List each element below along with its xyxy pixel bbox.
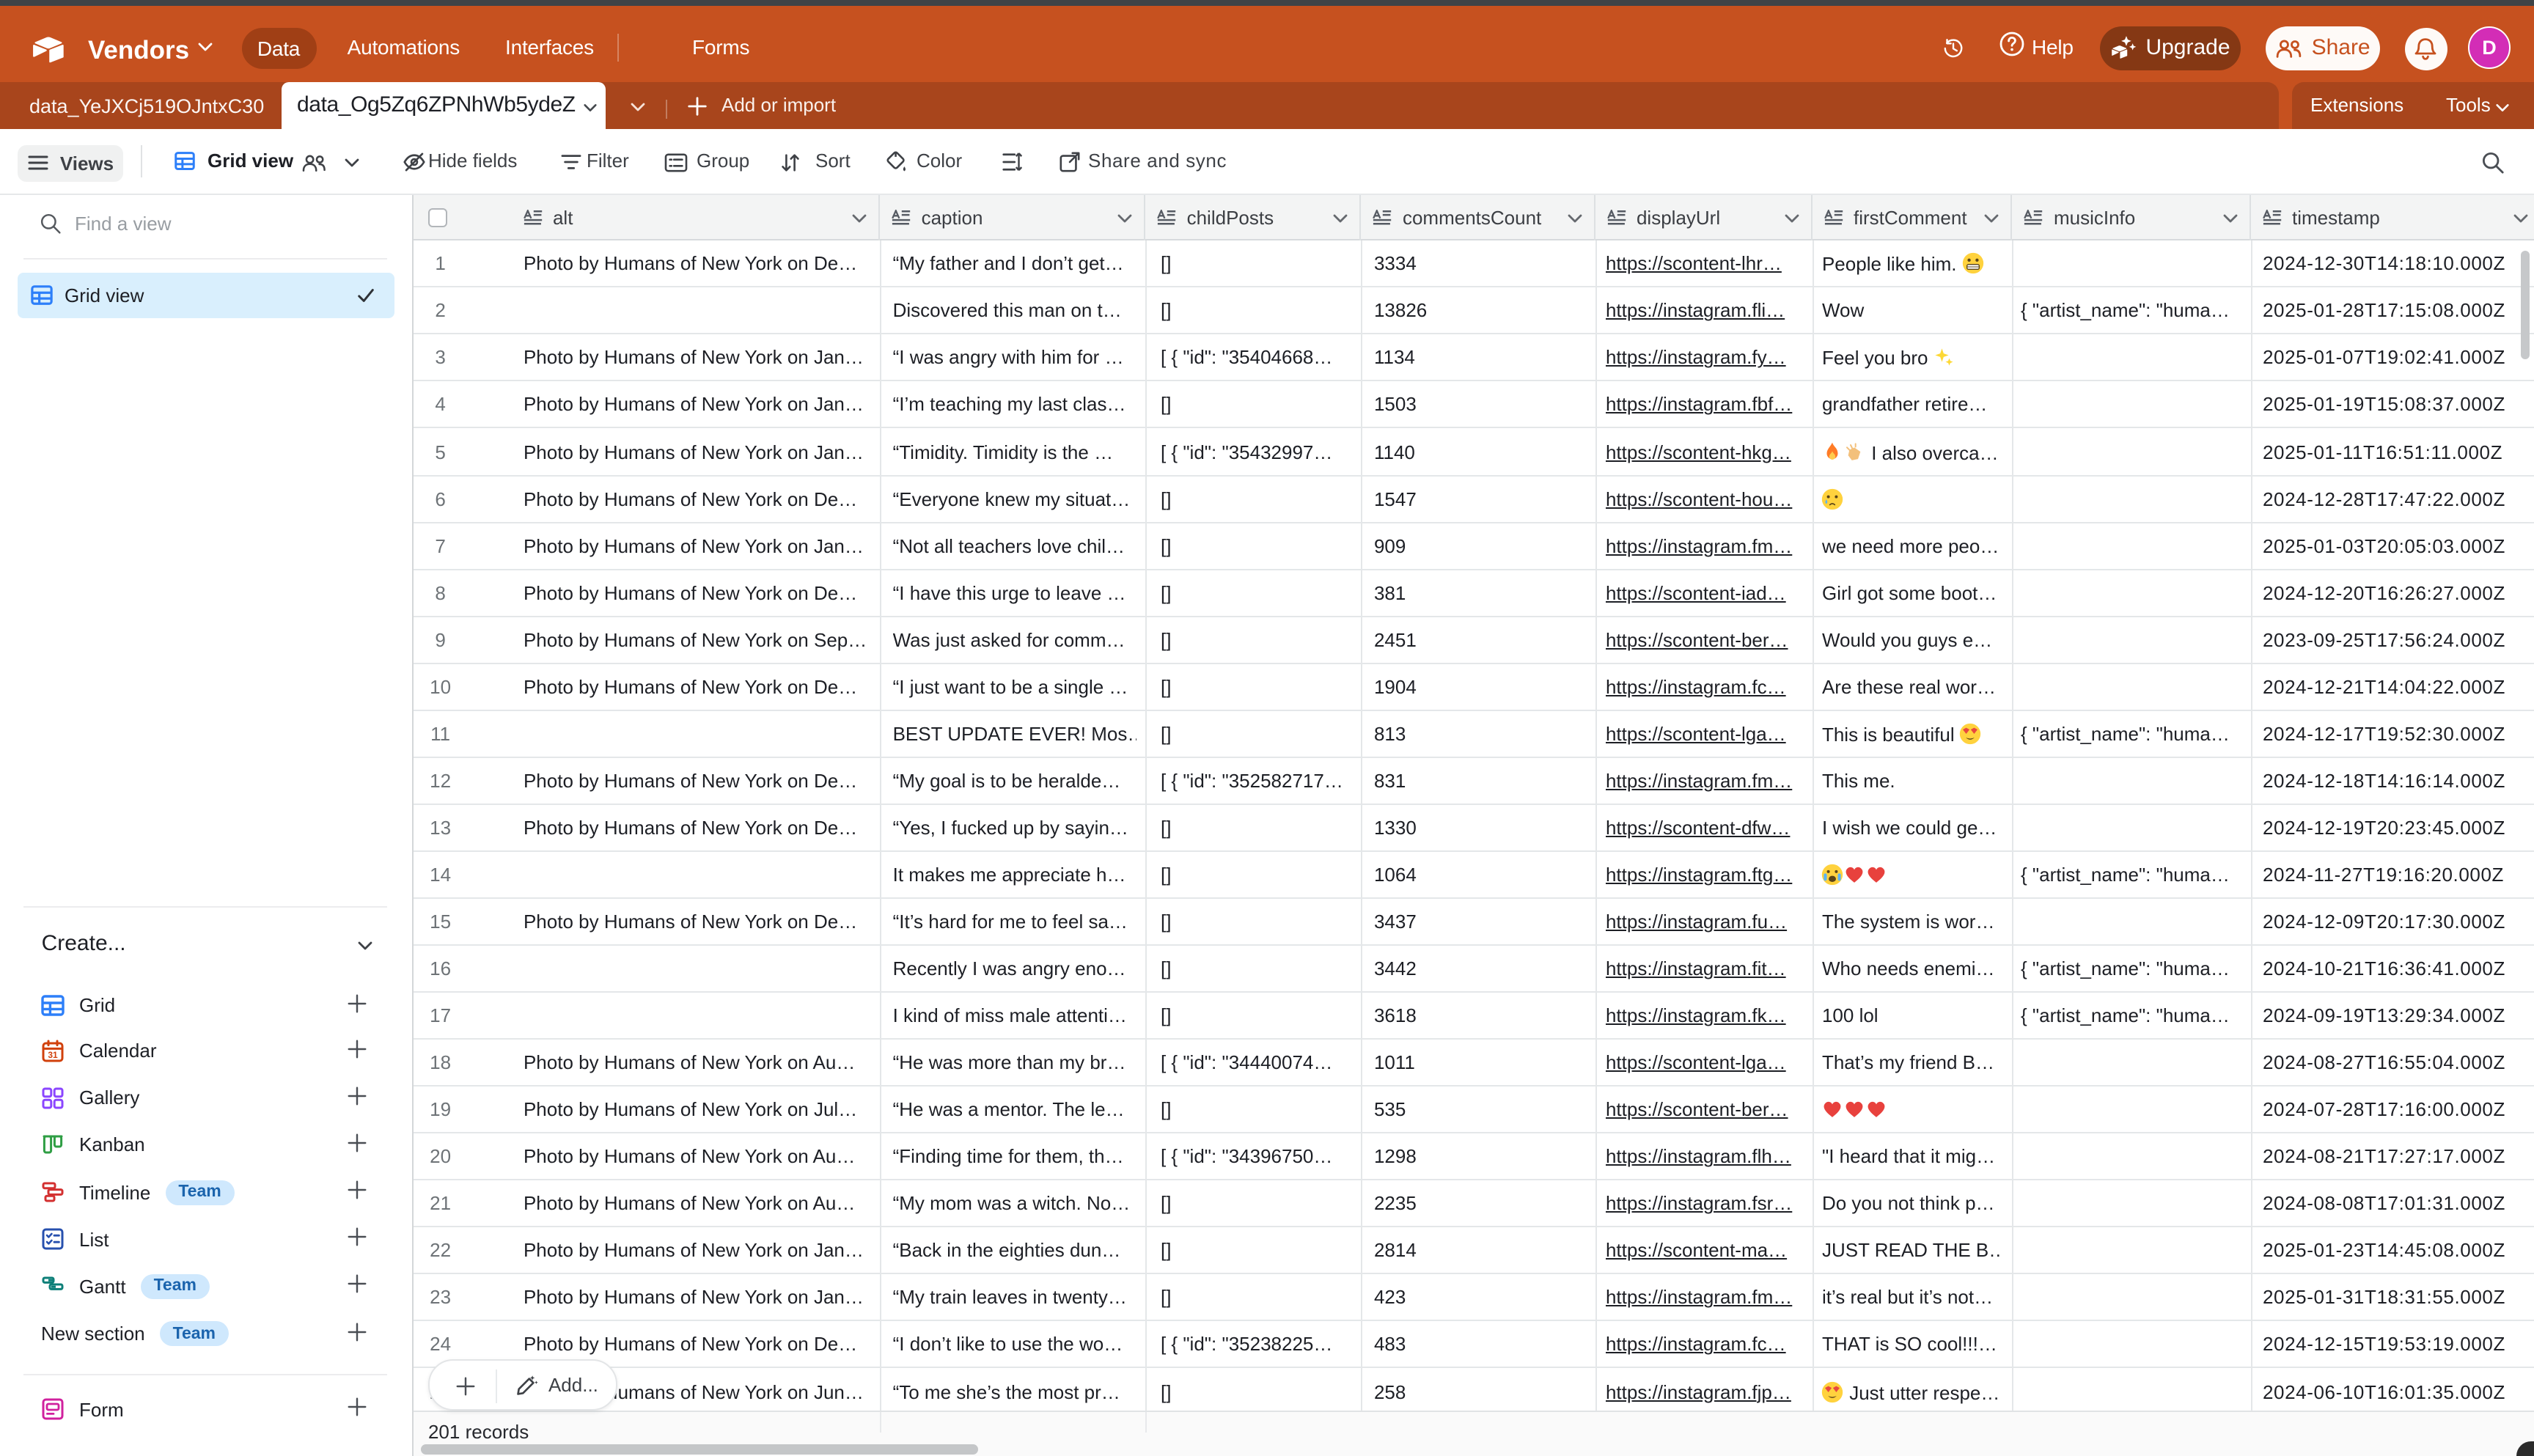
svg-text:31: 31 — [48, 1050, 58, 1060]
